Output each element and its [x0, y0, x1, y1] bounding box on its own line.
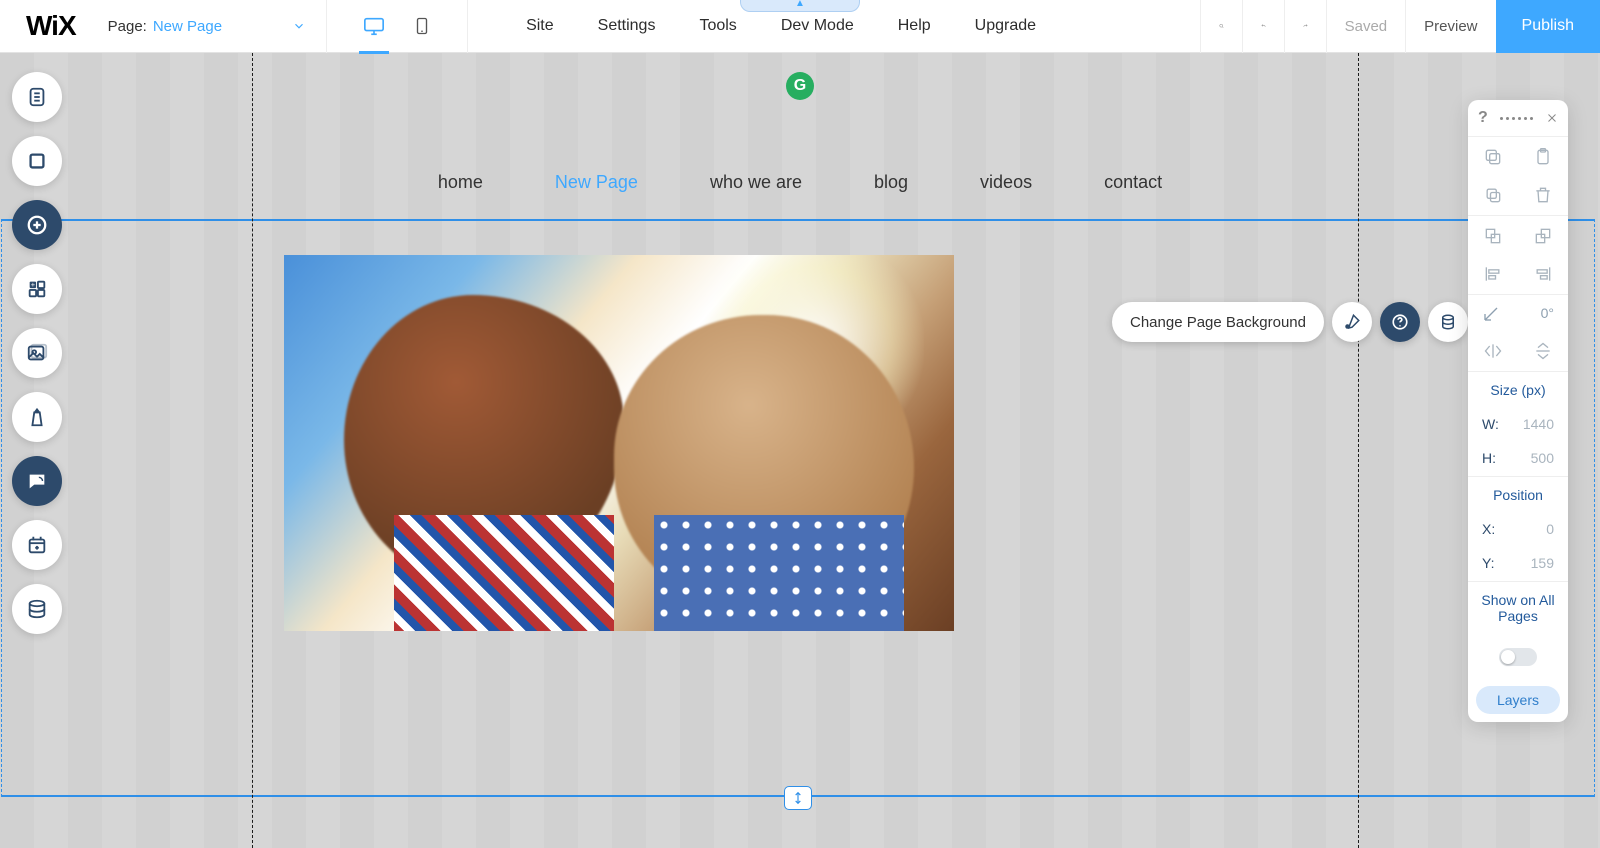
data-button[interactable] [1428, 302, 1468, 342]
menu-tools[interactable]: Tools [699, 17, 736, 35]
flip-vertical-icon[interactable] [1533, 341, 1553, 361]
copy-icon[interactable] [1483, 147, 1503, 167]
nav-new-page[interactable]: New Page [555, 172, 638, 193]
align-right-icon[interactable] [1533, 264, 1553, 284]
help-button[interactable] [1380, 302, 1420, 342]
data-panel-button[interactable] [12, 584, 62, 634]
undo-button[interactable] [1242, 0, 1284, 53]
media-panel-button[interactable] [12, 328, 62, 378]
change-background-button[interactable]: Change Page Background [1112, 302, 1324, 342]
help-icon[interactable]: ? [1478, 109, 1488, 127]
context-toolbar: Change Page Background [1112, 302, 1468, 342]
menu-devmode[interactable]: Dev Mode [781, 17, 854, 35]
rotate-icon[interactable] [1482, 305, 1500, 323]
nav-blog[interactable]: blog [874, 172, 908, 193]
theme-panel-button[interactable] [12, 392, 62, 442]
device-switcher [327, 0, 468, 53]
site-navigation: home New Page who we are blog videos con… [0, 172, 1600, 193]
show-on-all-label: Show on All Pages [1468, 592, 1568, 624]
selection-top-edge [1, 219, 1595, 221]
current-page-name: New Page [153, 18, 222, 35]
y-value[interactable]: 159 [1531, 555, 1554, 571]
design-button[interactable] [1332, 302, 1372, 342]
bring-forward-icon[interactable] [1483, 226, 1503, 246]
height-label: H: [1482, 450, 1496, 466]
redo-button[interactable] [1284, 0, 1326, 53]
y-label: Y: [1482, 555, 1494, 571]
desktop-icon[interactable] [363, 0, 385, 53]
page-label: Page: [108, 18, 147, 35]
duplicate-icon[interactable] [1483, 185, 1503, 205]
blog-panel-button[interactable] [12, 520, 62, 570]
nav-contact[interactable]: contact [1104, 172, 1162, 193]
delete-icon[interactable] [1533, 185, 1553, 205]
saved-status: Saved [1326, 0, 1406, 53]
align-left-icon[interactable] [1483, 264, 1503, 284]
close-icon[interactable] [1546, 112, 1558, 124]
apps-panel-button[interactable]: + [12, 264, 62, 314]
menu-upgrade[interactable]: Upgrade [975, 17, 1036, 35]
position-label: Position [1493, 487, 1543, 503]
mobile-icon[interactable] [413, 0, 431, 53]
background-panel-button[interactable] [12, 136, 62, 186]
menu-site[interactable]: Site [526, 17, 554, 35]
collapse-topbar-tab[interactable]: ▲ [740, 0, 860, 12]
drag-handle-icon[interactable] [1500, 117, 1533, 120]
top-right-actions: Saved Preview Publish [1200, 0, 1600, 53]
show-on-all-toggle[interactable] [1499, 648, 1537, 666]
size-label: Size (px) [1490, 382, 1545, 398]
add-panel-button[interactable] [12, 200, 62, 250]
publish-button[interactable]: Publish [1496, 0, 1600, 53]
height-value[interactable]: 500 [1531, 450, 1554, 466]
layers-button[interactable]: Layers [1476, 686, 1560, 714]
wix-logo: WiX [0, 10, 98, 42]
panel-header[interactable]: ? [1468, 100, 1568, 136]
x-label: X: [1482, 521, 1495, 537]
page-selector[interactable]: Page: New Page [98, 0, 327, 53]
paste-icon[interactable] [1533, 147, 1553, 167]
nav-home[interactable]: home [438, 172, 483, 193]
x-value[interactable]: 0 [1546, 521, 1554, 537]
flip-horizontal-icon[interactable] [1483, 341, 1503, 361]
chat-panel-button[interactable] [12, 456, 62, 506]
send-backward-icon[interactable] [1533, 226, 1553, 246]
rotation-value[interactable]: 0° [1541, 305, 1554, 323]
nav-videos[interactable]: videos [980, 172, 1032, 193]
zoom-button[interactable] [1200, 0, 1242, 53]
hero-image[interactable] [284, 255, 954, 631]
top-menu: Site Settings Tools Dev Mode Help Upgrad… [468, 17, 1036, 35]
width-value[interactable]: 1440 [1523, 416, 1554, 432]
properties-panel[interactable]: ? 0° Si [1468, 100, 1568, 722]
section-resize-handle[interactable] [784, 786, 812, 810]
chevron-down-icon [292, 19, 306, 33]
menu-settings[interactable]: Settings [598, 17, 656, 35]
grammarly-badge-icon[interactable]: G [786, 72, 814, 100]
width-label: W: [1482, 416, 1499, 432]
preview-button[interactable]: Preview [1405, 0, 1495, 53]
menus-panel-button[interactable] [12, 72, 62, 122]
menu-help[interactable]: Help [898, 17, 931, 35]
svg-text:+: + [31, 280, 35, 289]
nav-who-we-are[interactable]: who we are [710, 172, 802, 193]
left-tool-rail: + [12, 72, 62, 634]
